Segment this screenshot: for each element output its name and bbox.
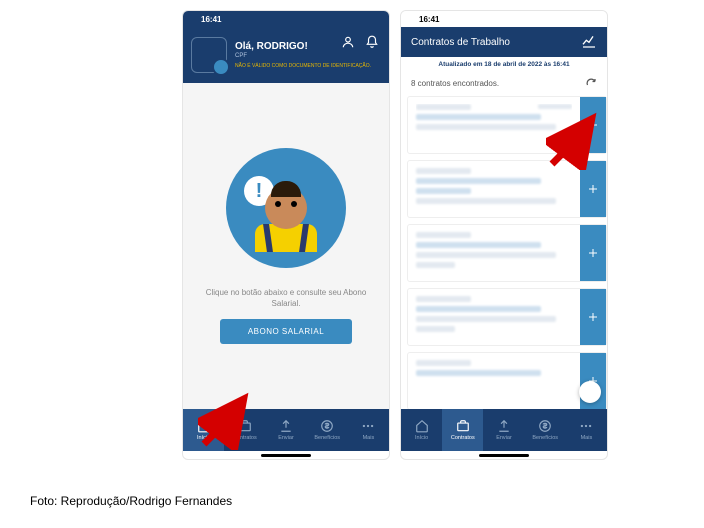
contract-card: [407, 96, 607, 154]
home-indicator[interactable]: [183, 451, 389, 459]
chart-icon[interactable]: [581, 33, 597, 52]
dollar-icon: [538, 419, 552, 433]
contracts-title: Contratos de Trabalho: [411, 37, 510, 48]
avatar[interactable]: [191, 37, 227, 73]
briefcase-icon: [456, 419, 470, 433]
profile-icon[interactable]: [341, 35, 355, 54]
nav-enviar-label: Enviar: [278, 435, 294, 441]
expand-button[interactable]: [580, 289, 606, 345]
home-body: ! Clique no botão abaixo e consulte seu …: [183, 83, 389, 409]
contract-card: [407, 160, 607, 218]
mascot-circle: !: [226, 148, 346, 268]
plus-icon: [587, 183, 599, 195]
nav-enviar[interactable]: Enviar: [265, 409, 306, 451]
phone-home: 16:41 Olá, RODRIGO! CPF NÃO É VÁLIDO COM…: [182, 10, 390, 460]
status-bar: 16:41: [401, 11, 607, 27]
nav-mais-label: Mais: [363, 435, 375, 441]
found-row: 8 contratos encontrados.: [401, 72, 607, 96]
plus-icon: [587, 311, 599, 323]
upload-icon: [497, 419, 511, 433]
briefcase-icon: [238, 419, 252, 433]
home-icon: [415, 419, 429, 433]
contracts-titlebar: Contratos de Trabalho: [401, 27, 607, 57]
nav-enviar[interactable]: Enviar: [483, 409, 524, 451]
nav-mais[interactable]: Mais: [566, 409, 607, 451]
abono-salarial-button[interactable]: ABONO SALARIAL: [220, 319, 352, 344]
home-icon: [197, 419, 211, 433]
nav-inicio[interactable]: Início: [183, 409, 224, 451]
fab-button[interactable]: [579, 381, 601, 403]
status-time: 16:41: [201, 15, 221, 24]
home-indicator[interactable]: [401, 451, 607, 459]
expand-button[interactable]: [580, 225, 606, 281]
dollar-icon: [320, 419, 334, 433]
id-warning: NÃO É VÁLIDO COMO DOCUMENTO DE IDENTIFIC…: [235, 63, 371, 69]
status-bar: 16:41: [183, 11, 389, 27]
status-time: 16:41: [419, 15, 439, 24]
nav-beneficios-label: Benefícios: [532, 435, 558, 441]
expand-button[interactable]: [580, 161, 606, 217]
contracts-list[interactable]: [401, 96, 607, 409]
prompt-text: Clique no botão abaixo e consulte seu Ab…: [193, 288, 379, 309]
refresh-icon[interactable]: [585, 76, 597, 90]
more-icon: [579, 419, 593, 433]
nav-contratos-label: Contratos: [451, 435, 475, 441]
nav-inicio-label: Início: [415, 435, 428, 441]
contract-card: [407, 288, 607, 346]
nav-beneficios[interactable]: Benefícios: [525, 409, 566, 451]
found-count: 8 contratos encontrados.: [411, 79, 499, 88]
expand-button[interactable]: [580, 97, 606, 153]
more-icon: [361, 419, 375, 433]
plus-icon: [587, 247, 599, 259]
bottom-nav: Início Contratos Enviar Benefícios Mais: [401, 409, 607, 451]
nav-mais[interactable]: Mais: [348, 409, 389, 451]
mascot-face: [265, 187, 307, 229]
bottom-nav: Início Contratos Enviar Benefícios Mais: [183, 409, 389, 451]
nav-inicio[interactable]: Início: [401, 409, 442, 451]
profile-header: Olá, RODRIGO! CPF NÃO É VÁLIDO COMO DOCU…: [183, 27, 389, 83]
nav-beneficios[interactable]: Benefícios: [307, 409, 348, 451]
nav-inicio-label: Início: [197, 435, 210, 441]
nav-contratos[interactable]: Contratos: [224, 409, 265, 451]
contract-card: [407, 224, 607, 282]
nav-enviar-label: Enviar: [496, 435, 512, 441]
nav-beneficios-label: Benefícios: [314, 435, 340, 441]
nav-contratos[interactable]: Contratos: [442, 409, 483, 451]
nav-contratos-label: Contratos: [233, 435, 257, 441]
nav-mais-label: Mais: [581, 435, 593, 441]
upload-icon: [279, 419, 293, 433]
updated-text: Atualizado em 18 de abril de 2022 às 16:…: [401, 57, 607, 72]
image-caption: Foto: Reprodução/Rodrigo Fernandes: [30, 494, 232, 508]
bell-icon[interactable]: [365, 35, 379, 54]
plus-icon: [587, 119, 599, 131]
contract-card: [407, 352, 607, 409]
phone-contracts: 16:41 Contratos de Trabalho Atualizado e…: [400, 10, 608, 460]
